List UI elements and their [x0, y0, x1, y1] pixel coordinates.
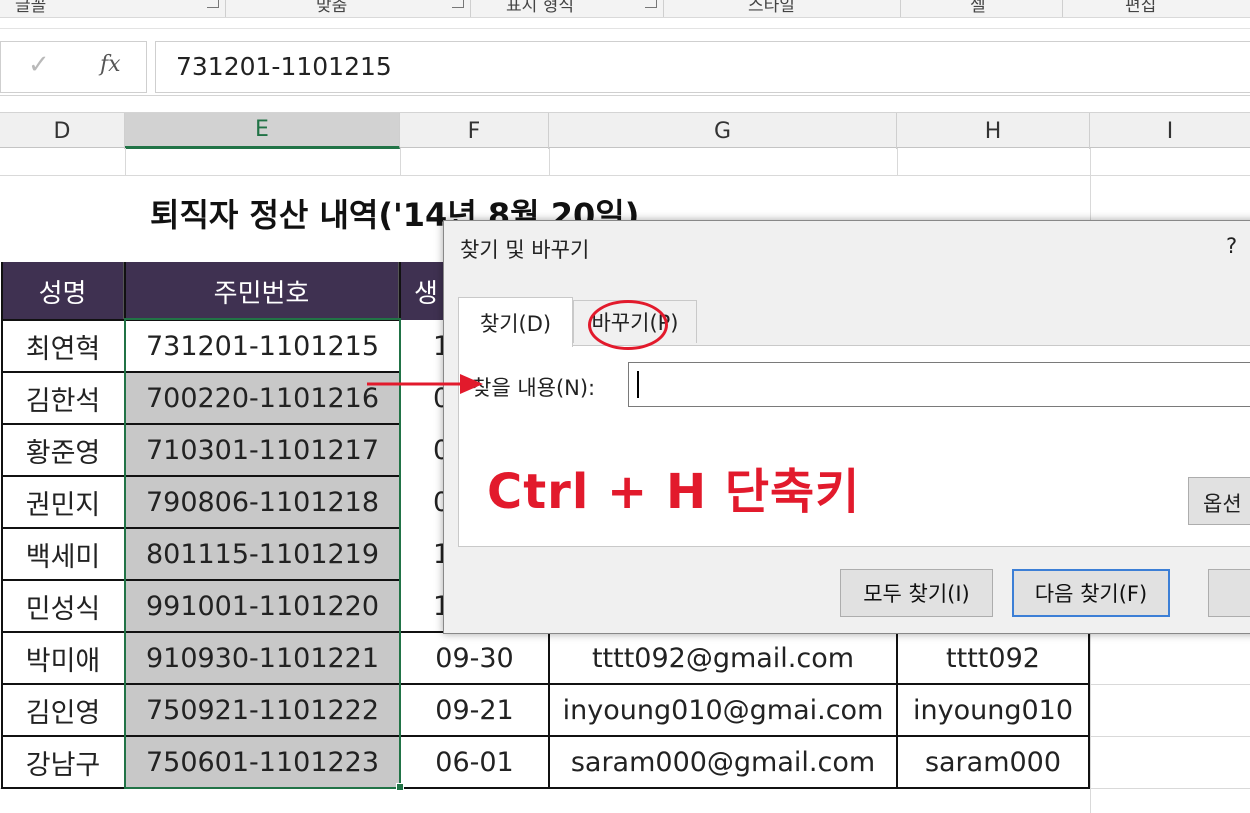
grid-line	[1090, 736, 1250, 737]
find-what-input[interactable]	[628, 362, 1250, 407]
grid-line	[1090, 684, 1250, 685]
cell-user-id[interactable]: tttt092	[898, 632, 1088, 684]
grid-line	[549, 148, 550, 176]
grid-line	[0, 175, 1250, 176]
tab-find[interactable]: 찾기(D)	[458, 297, 573, 347]
ribbon-group-font: 글꼴	[15, 0, 47, 16]
ribbon-group-number: 표시 형식	[506, 0, 574, 16]
column-headers: D E F G H I	[0, 112, 1250, 149]
ribbon-separator	[900, 0, 901, 17]
cell-birth[interactable]: 1	[401, 320, 445, 372]
number-dialog-launcher-icon[interactable]	[645, 0, 657, 8]
formula-bar-buttons	[0, 41, 147, 93]
options-button[interactable]: 옵션	[1188, 477, 1250, 525]
cell-name[interactable]: 김인영	[2, 684, 124, 736]
insert-function-icon[interactable]: fx	[100, 52, 121, 77]
check-icon[interactable]: ✓	[28, 50, 50, 80]
table-border	[896, 632, 898, 789]
column-header-f[interactable]: F	[400, 113, 549, 149]
ribbon-group-cells: 셀	[970, 0, 986, 16]
cell-birth[interactable]: 09-21	[401, 684, 548, 736]
grid-line	[897, 148, 898, 176]
ribbon-separator	[225, 0, 226, 17]
ribbon-group-styles: 스타일	[748, 0, 795, 16]
ribbon-separator	[1062, 0, 1063, 17]
grid-line	[400, 148, 401, 176]
cell-name[interactable]: 백세미	[2, 528, 124, 580]
shortcut-annotation: Ctrl + H 단축키	[487, 464, 861, 520]
ribbon-separator	[470, 0, 471, 17]
column-header-d[interactable]: D	[0, 113, 125, 149]
alignment-dialog-launcher-icon[interactable]	[452, 0, 464, 8]
table-border	[1088, 632, 1090, 789]
column-header-h[interactable]: H	[897, 113, 1090, 149]
help-icon[interactable]: ?	[1226, 234, 1237, 258]
cell-birth[interactable]: 0	[401, 476, 445, 528]
cell-name[interactable]: 황준영	[2, 424, 124, 476]
cell-birth[interactable]: 1	[401, 580, 445, 632]
ribbon-group-labels: 글꼴 맞춤 표시 형식 스타일 셀 편집	[0, 0, 1250, 18]
find-all-button[interactable]: 모두 찾기(I)	[840, 569, 993, 617]
cell-birth[interactable]: 1	[401, 528, 445, 580]
cell-birth[interactable]: 06-01	[401, 736, 548, 788]
dialog-title: 찾기 및 바꾸기	[460, 238, 590, 262]
find-next-button[interactable]: 다음 찾기(F)	[1012, 569, 1170, 617]
close-button[interactable]	[1208, 569, 1250, 617]
cell-name[interactable]: 최연혁	[2, 320, 124, 372]
cell-birth[interactable]: 0	[401, 424, 445, 476]
ribbon-separator	[663, 0, 664, 17]
column-header-i[interactable]: I	[1090, 113, 1250, 149]
grid-line	[125, 148, 126, 176]
cell-name[interactable]: 민성식	[2, 580, 124, 632]
column-header-e[interactable]: E	[125, 113, 400, 149]
ribbon-group-alignment: 맞춤	[316, 0, 348, 16]
fill-handle[interactable]	[396, 783, 404, 791]
text-cursor	[637, 371, 639, 398]
header-id-number: 주민번호	[125, 262, 400, 320]
header-name: 성명	[2, 262, 125, 320]
formula-input[interactable]: 731201-1101215	[155, 41, 1250, 93]
red-arrow-icon	[367, 374, 483, 394]
table-border	[1, 262, 3, 789]
table-border	[548, 632, 550, 789]
cell-email[interactable]: saram000@gmail.com	[550, 736, 896, 788]
find-what-label: 찾을 내용(N):	[472, 376, 596, 400]
cell-name[interactable]: 박미애	[2, 632, 124, 684]
ribbon-group-editing: 편집	[1125, 0, 1157, 16]
column-header-g[interactable]: G	[549, 113, 897, 149]
cell-name[interactable]: 강남구	[2, 736, 124, 788]
cell-birth[interactable]: 09-30	[401, 632, 548, 684]
selection-range	[124, 318, 401, 789]
highlight-circle	[588, 300, 668, 350]
cell-name[interactable]: 김한석	[2, 372, 124, 424]
cell-user-id[interactable]: saram000	[898, 736, 1088, 788]
cell-email[interactable]: tttt092@gmail.com	[550, 632, 896, 684]
cell-email[interactable]: inyoung010@gmai.com	[550, 684, 896, 736]
cell-user-id[interactable]: inyoung010	[898, 684, 1088, 736]
font-dialog-launcher-icon[interactable]	[207, 0, 219, 8]
cell-name[interactable]: 권민지	[2, 476, 124, 528]
